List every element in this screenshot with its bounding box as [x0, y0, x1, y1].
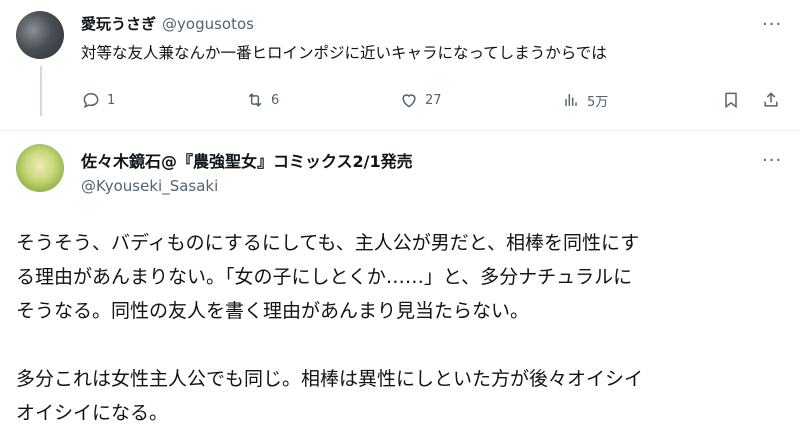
- post-text-line: 多分これは女性主人公でも同じ。相棒は異性にしといた方が後々オイシイ: [16, 368, 644, 390]
- post-text-line: オイシイになる。: [16, 402, 169, 424]
- thread-connector-line: [40, 66, 42, 116]
- repost-button[interactable]: 6: [245, 90, 279, 110]
- tweet-divider: [0, 130, 800, 131]
- repost-icon: [248, 93, 262, 107]
- share-button[interactable]: [761, 90, 781, 110]
- reply-avatar[interactable]: [16, 11, 64, 59]
- views-button[interactable]: 5万: [561, 90, 608, 110]
- post-display-name[interactable]: 佐々木鏡石@『農強聖女』コミックス2/1発売: [81, 148, 413, 172]
- comment-icon: [83, 92, 99, 109]
- reply-author-row: 愛玩うさぎ @yogusotos: [81, 13, 254, 34]
- like-button[interactable]: 27: [399, 90, 442, 110]
- views-bar-chart-icon: [565, 94, 577, 106]
- repost-count: 6: [271, 92, 280, 108]
- bookmark-button[interactable]: [721, 90, 741, 110]
- post-text-line: そうそう、バディものにするにしても、主人公が男だと、相棒を同性にす: [16, 232, 640, 254]
- reply-display-name[interactable]: 愛玩うさぎ: [81, 13, 156, 34]
- post-text-line: そうなる。同性の友人を書く理由があんまり見当たらない。: [16, 300, 530, 322]
- reply-text: 対等な友人兼なんか一番ヒロインポジに近いキャラになってしまうからでは: [81, 44, 607, 62]
- post-avatar[interactable]: [16, 144, 64, 192]
- reply-button[interactable]: 1: [81, 90, 115, 110]
- post-more-options-icon[interactable]: ···: [762, 150, 782, 171]
- like-count: 27: [425, 92, 442, 108]
- post-text-line: る理由があんまりない。「女の子にしとくか……」と、多分ナチュラルに: [16, 266, 633, 288]
- post-paragraph-gap: [16, 328, 786, 362]
- reply-handle[interactable]: @yogusotos: [162, 15, 254, 33]
- bookmark-icon: [725, 92, 737, 109]
- reply-action-bar: 1 6 27 5万: [81, 90, 781, 114]
- share-icon: [764, 92, 778, 107]
- views-count: 5万: [587, 94, 609, 110]
- post-text: そうそう、バディものにするにしても、主人公が男だと、相棒を同性にす る理由があん…: [16, 226, 786, 430]
- heart-icon: [402, 94, 416, 108]
- reply-more-options-icon[interactable]: ···: [762, 14, 782, 35]
- post-handle[interactable]: @Kyouseki_Sasaki: [81, 177, 218, 195]
- reply-count: 1: [107, 92, 116, 108]
